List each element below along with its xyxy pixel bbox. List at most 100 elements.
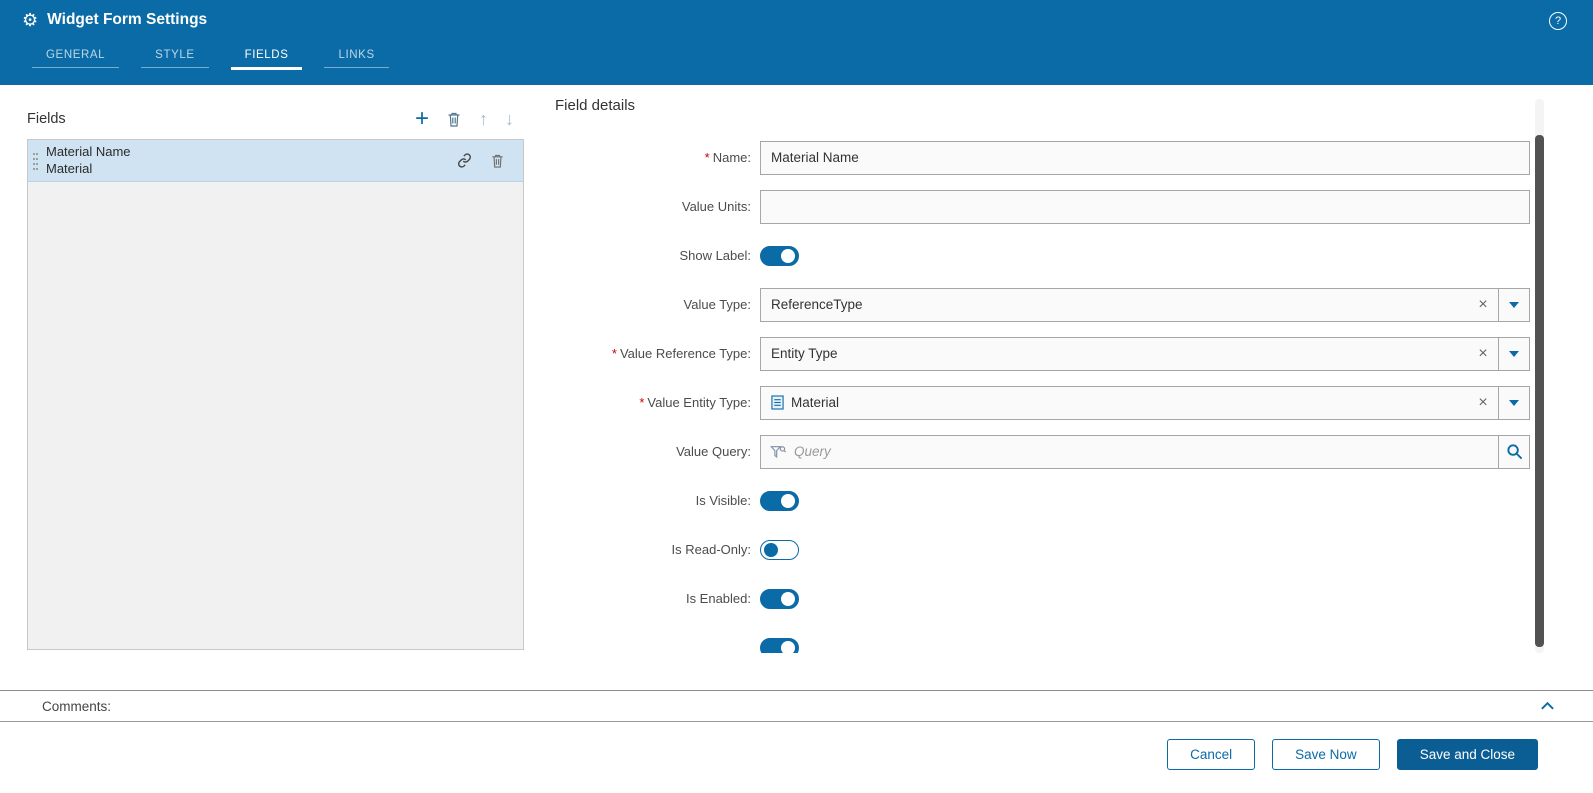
value-reference-type-row: *Value Reference Type: Entity Type × — [555, 329, 1530, 378]
field-list-item[interactable]: Material Name Material — [28, 139, 523, 182]
field-label: Is Visible: — [555, 493, 760, 508]
label-text: Value Reference Type: — [620, 346, 751, 361]
is-visible-row: Is Visible: — [555, 476, 1530, 525]
show-label-toggle[interactable] — [760, 246, 799, 266]
required-asterisk: * — [612, 346, 617, 361]
value-type-combobox[interactable]: ReferenceType × — [760, 288, 1530, 322]
comments-label: Comments: — [0, 699, 111, 714]
link-icon — [457, 153, 472, 168]
document-icon — [771, 395, 784, 410]
cancel-button[interactable]: Cancel — [1167, 739, 1255, 770]
field-details-panel: Field details *Name: Value Units: Show L… — [555, 97, 1530, 653]
label-text: Value Query: — [676, 444, 751, 459]
label-text: Is Enabled: — [686, 591, 751, 606]
label-text: Value Units: — [682, 199, 751, 214]
value-query-row: Value Query: — [555, 427, 1530, 476]
link-button[interactable] — [457, 153, 472, 168]
toggle-knob — [781, 592, 795, 606]
delete-row-button[interactable] — [490, 153, 505, 169]
field-label: *Name: — [555, 150, 760, 165]
value-type-dropdown-button[interactable] — [1498, 289, 1529, 321]
delete-field-button[interactable] — [446, 108, 462, 130]
gear-icon: ⚙ — [22, 11, 38, 29]
chevron-down-icon — [1509, 302, 1519, 308]
field-label: Is Read-Only: — [555, 542, 760, 557]
value-type-row: Value Type: ReferenceType × — [555, 280, 1530, 329]
query-input[interactable] — [786, 436, 1498, 468]
main-content: Fields + ↑ ↓ — [0, 85, 1593, 690]
combo-value: Material — [791, 395, 839, 410]
required-asterisk: * — [639, 395, 644, 410]
value-entity-type-combobox[interactable]: Material × — [760, 386, 1530, 420]
tab-fields[interactable]: FIELDS — [231, 44, 303, 70]
toggle-knob — [781, 249, 795, 263]
help-icon[interactable]: ? — [1549, 12, 1567, 30]
value-reference-type-combobox[interactable]: Entity Type × — [760, 337, 1530, 371]
field-label: Is Enabled: — [555, 591, 760, 606]
comments-bar: Comments: — [0, 690, 1593, 722]
scrollbar-thumb[interactable] — [1535, 135, 1544, 647]
value-units-input[interactable] — [760, 190, 1530, 224]
page-title: Widget Form Settings — [47, 11, 207, 29]
field-label: Value Query: — [555, 444, 760, 459]
combo-value: ReferenceType — [761, 297, 1468, 312]
label-text: Value Type: — [684, 297, 751, 312]
is-enabled-row: Is Enabled: — [555, 574, 1530, 623]
chevron-up-icon — [1540, 701, 1555, 711]
header: ⚙ Widget Form Settings ? GENERAL STYLE F… — [0, 0, 1593, 85]
show-label-row: Show Label: — [555, 231, 1530, 280]
combo-value-wrap: Material — [761, 395, 1468, 410]
tab-style[interactable]: STYLE — [141, 44, 208, 70]
field-label: Value Units: — [555, 199, 760, 214]
toggle-knob — [764, 543, 778, 557]
query-icon — [770, 445, 786, 459]
label-text: Name: — [713, 150, 751, 165]
search-icon — [1506, 443, 1523, 460]
is-read-only-toggle[interactable] — [760, 540, 799, 560]
value-reference-type-dropdown-button[interactable] — [1498, 338, 1529, 370]
save-and-close-button[interactable]: Save and Close — [1397, 739, 1538, 770]
field-item-name: Material Name — [46, 144, 131, 160]
fields-toolbar: + ↑ ↓ — [415, 108, 524, 130]
field-label: *Value Reference Type: — [555, 346, 760, 361]
search-button[interactable] — [1498, 436, 1529, 468]
move-down-button[interactable]: ↓ — [505, 108, 514, 130]
label-text: Is Visible: — [696, 493, 751, 508]
collapse-button[interactable] — [1540, 701, 1555, 711]
clipped-toggle[interactable] — [760, 638, 799, 654]
move-up-button[interactable]: ↑ — [479, 108, 488, 130]
save-now-button[interactable]: Save Now — [1272, 739, 1380, 770]
clear-icon[interactable]: × — [1468, 345, 1498, 363]
field-item-actions — [457, 153, 523, 169]
clear-icon[interactable]: × — [1468, 394, 1498, 412]
label-text: Is Read-Only: — [672, 542, 751, 557]
clipped-row — [555, 623, 1530, 653]
clear-icon[interactable]: × — [1468, 296, 1498, 314]
value-query-box[interactable] — [760, 435, 1530, 469]
is-enabled-toggle[interactable] — [760, 589, 799, 609]
drag-handle-icon[interactable] — [32, 151, 39, 171]
fields-panel-title: Fields — [27, 111, 66, 127]
trash-icon — [490, 153, 505, 169]
add-field-button[interactable]: + — [415, 108, 429, 130]
value-entity-type-dropdown-button[interactable] — [1498, 387, 1529, 419]
fields-list: Material Name Material — [27, 139, 524, 650]
chevron-down-icon — [1509, 351, 1519, 357]
field-item-text: Material Name Material — [46, 144, 131, 177]
fields-panel-header: Fields + ↑ ↓ — [27, 99, 524, 139]
name-input[interactable] — [760, 141, 1530, 175]
is-visible-toggle[interactable] — [760, 491, 799, 511]
tab-links[interactable]: LINKS — [324, 44, 388, 70]
tab-bar: GENERAL STYLE FIELDS LINKS — [32, 44, 411, 70]
scrollbar-track[interactable] — [1535, 99, 1544, 653]
arrow-down-icon: ↓ — [505, 109, 514, 130]
toggle-knob — [781, 641, 795, 654]
tab-general[interactable]: GENERAL — [32, 44, 119, 70]
footer: Cancel Save Now Save and Close — [0, 722, 1593, 793]
toggle-knob — [781, 494, 795, 508]
value-entity-type-row: *Value Entity Type: Material × — [555, 378, 1530, 427]
fields-panel: Fields + ↑ ↓ — [27, 99, 524, 650]
trash-icon — [446, 111, 462, 128]
chevron-down-icon — [1509, 400, 1519, 406]
title-row: ⚙ Widget Form Settings — [0, 0, 1593, 29]
